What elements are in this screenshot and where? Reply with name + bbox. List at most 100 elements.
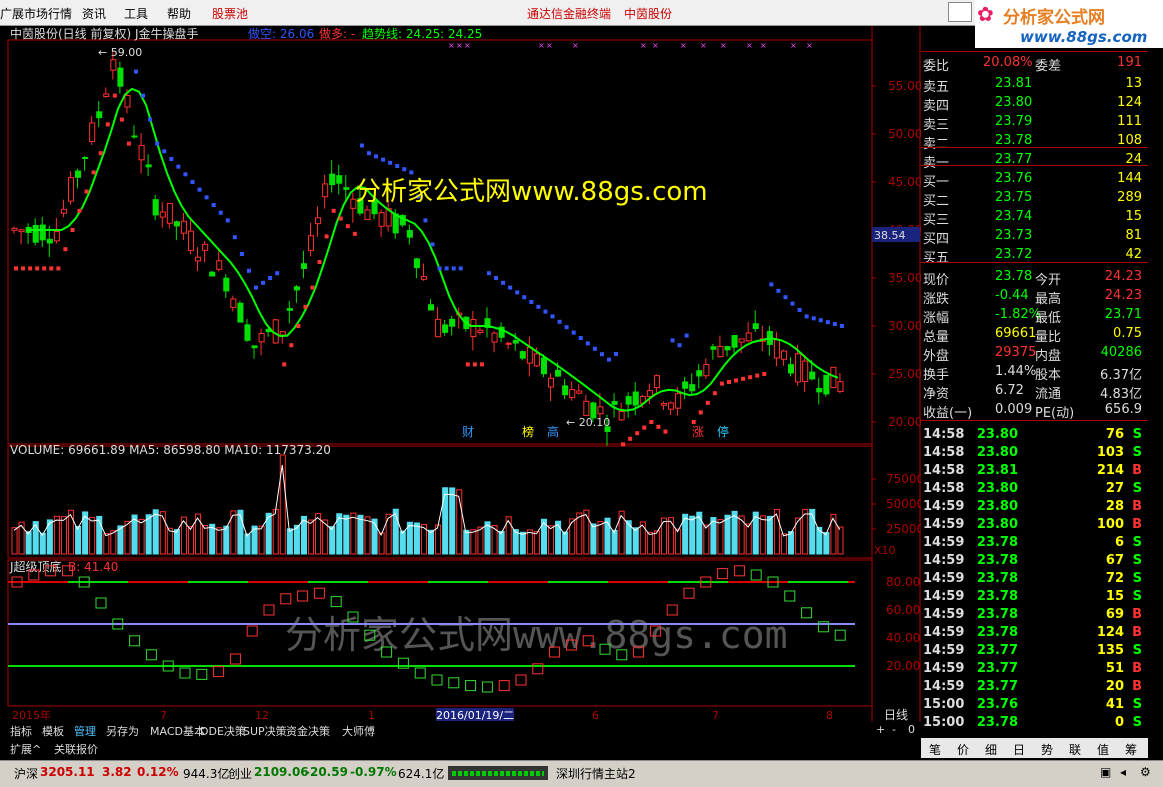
detail-tab-6[interactable]: 值 [1097, 741, 1109, 758]
short-stop-dot [515, 290, 520, 295]
menu-market[interactable]: 广展市场行情 [0, 5, 72, 22]
tick-side: B [1132, 499, 1142, 514]
detail-tab-1[interactable]: 价 [957, 741, 969, 758]
tab-5[interactable]: DDE决策 [200, 723, 246, 738]
order-volume: 81 [1125, 228, 1142, 243]
candle [315, 217, 322, 225]
candle [244, 324, 251, 341]
candle [82, 156, 89, 159]
settings-icon[interactable]: ⚙ [1140, 765, 1151, 779]
tick-time: 15:00 [923, 697, 965, 712]
tick-price: 23.78 [976, 535, 1018, 550]
menu-stock-pool[interactable]: 股票池 [212, 5, 248, 22]
candle [611, 401, 618, 405]
tab-8[interactable]: 大师傅 [342, 723, 375, 738]
stat-value: 6.72 [995, 383, 1024, 398]
long-stop-dot [126, 141, 131, 146]
cy-index[interactable]: 2109.06 [254, 765, 309, 779]
short-stop-dot [169, 156, 174, 161]
candle [392, 213, 399, 234]
tab-7[interactable]: 资金决策 [286, 723, 330, 738]
long-stop-dot [642, 425, 647, 430]
candle [96, 111, 103, 119]
order-label: 卖四 [923, 99, 950, 114]
candle [67, 177, 75, 202]
candle [173, 221, 180, 227]
volume-bar [223, 525, 230, 555]
candle [60, 208, 67, 214]
long-stop-dot [105, 122, 110, 127]
ind-tick-label: 20.00 [886, 659, 920, 673]
long-stop-dot [762, 372, 767, 376]
candle [823, 374, 830, 395]
candle [773, 339, 780, 359]
zoom-controls[interactable]: + -0 [872, 722, 920, 738]
x-tick-label: 2016/01/19/二 [436, 709, 514, 722]
detail-tab-0[interactable]: 笔 [929, 741, 941, 758]
tab-1[interactable]: 模板 [42, 723, 64, 738]
server-name[interactable]: 深圳行情主站2 [556, 765, 636, 782]
menu-tools[interactable]: 工具 [124, 5, 148, 22]
menu-news[interactable]: 资讯 [82, 5, 106, 22]
sh-index[interactable]: 3205.11 [40, 765, 95, 779]
long-stop-dot [465, 362, 470, 367]
signal-marker: × [746, 41, 753, 50]
short-stop-dot [134, 69, 139, 74]
tab-6[interactable]: SUP决策 [243, 723, 287, 738]
menu-help[interactable]: 帮助 [167, 5, 191, 22]
candle [307, 235, 315, 251]
lock-icon[interactable]: ▣ [1100, 765, 1111, 779]
tab-4[interactable]: MACD基本 [150, 723, 205, 738]
detail-tab-4[interactable]: 势 [1041, 741, 1053, 758]
long-stop-dot [77, 208, 82, 213]
stat-value: 1.44% [995, 364, 1037, 379]
candle [788, 364, 795, 374]
signal-marker: × [546, 41, 553, 50]
short-stop-dot [218, 210, 223, 215]
detail-tab-7[interactable]: 筹 [1125, 741, 1137, 758]
volume-bar [823, 532, 830, 555]
kline-chart[interactable]: 55.00 50.00 45.00 40.00 35.00 30.00 25.00 20.00… [0, 26, 921, 722]
detail-tab-5[interactable]: 联 [1069, 741, 1081, 758]
volume-bar [145, 514, 152, 555]
logo-text: 分析家公式网 [1003, 8, 1105, 28]
vol-tick-label: 50000 [886, 497, 921, 511]
divider [921, 165, 1148, 166]
candle [131, 135, 138, 138]
tick-price: 23.80 [976, 499, 1018, 514]
candle [39, 224, 46, 241]
long-stop-dot [649, 420, 654, 424]
order-volume: 124 [1117, 95, 1142, 110]
short-stop-dot [783, 295, 788, 300]
tab-0[interactable]: 指标 [10, 723, 32, 738]
candle [258, 333, 265, 343]
stat-row: 外盘 29375 内盘 40286 [921, 344, 1148, 364]
extend-tab[interactable]: 扩展^ [10, 741, 41, 756]
signal-marker: × [456, 41, 463, 50]
tick-side: S [1132, 481, 1142, 496]
window-button[interactable] [948, 2, 972, 22]
long-stop-dot [42, 266, 47, 271]
tick-time: 14:59 [923, 661, 965, 676]
detail-tab-2[interactable]: 细 [985, 741, 997, 758]
candle [625, 396, 632, 405]
indicator-value: B: 41.40 [68, 560, 118, 574]
order-volume: 111 [1117, 114, 1142, 129]
buy-level: 买四 23.73 81 [921, 227, 1148, 247]
short-stop-dot [536, 304, 541, 309]
speaker-icon[interactable]: ◂ [1120, 765, 1126, 779]
short-stop-dot [197, 187, 202, 192]
event-label: 高 [547, 424, 559, 439]
order-label: 卖三 [923, 118, 950, 133]
order-volume: 42 [1125, 247, 1142, 262]
long-stop-dot [472, 362, 477, 367]
candle [540, 357, 548, 375]
short-stop-dot [804, 314, 809, 319]
related-quote-tab[interactable]: 关联报价 [54, 741, 98, 756]
candle [435, 318, 442, 338]
stat-value: 0.009 [995, 402, 1033, 417]
tab-3[interactable]: 另存为 [106, 723, 139, 738]
tab-2[interactable]: 管理 [74, 723, 96, 738]
detail-tab-3[interactable]: 日 [1013, 741, 1025, 758]
tick-time: 14:59 [923, 607, 965, 622]
